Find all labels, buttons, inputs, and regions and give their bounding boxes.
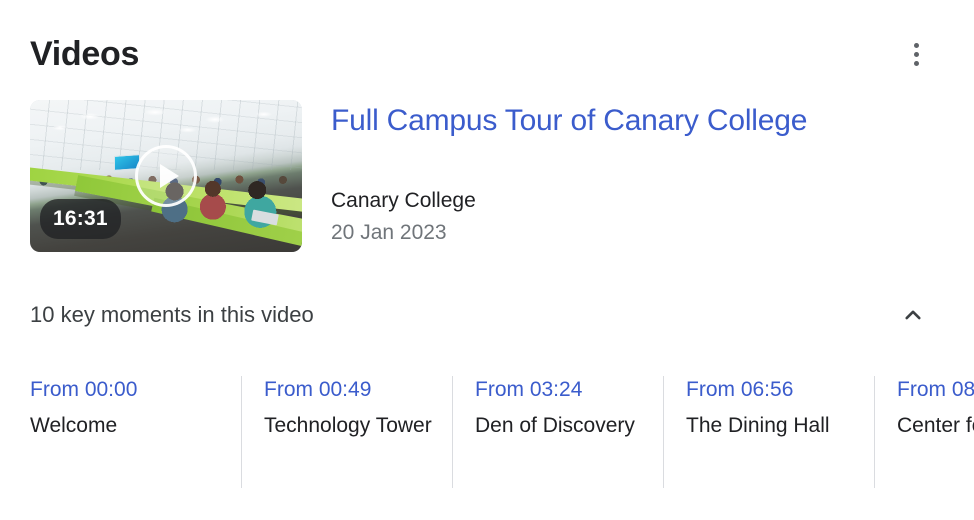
video-thumbnail[interactable]: 16:31 <box>30 100 302 252</box>
more-vert-icon[interactable] <box>894 32 938 76</box>
video-channel: Canary College <box>331 189 476 212</box>
key-moment-timestamp[interactable]: From 00:49 <box>264 376 434 404</box>
key-moments-strip[interactable]: From 00:00 Welcome From 00:49 Technology… <box>30 376 974 488</box>
play-icon[interactable] <box>135 145 197 207</box>
card-header: Videos <box>30 26 950 82</box>
key-moment-item[interactable]: From 06:56 The Dining Hall <box>663 376 874 488</box>
key-moment-item[interactable]: From 03:24 Den of Discovery <box>452 376 663 488</box>
menu-dot <box>913 51 919 57</box>
chevron-up-icon[interactable] <box>890 292 936 338</box>
key-moment-item[interactable]: From 08: Center fo Arts <box>874 376 974 488</box>
key-moment-timestamp[interactable]: From 00:00 <box>30 376 223 404</box>
key-moment-timestamp[interactable]: From 06:56 <box>686 376 856 404</box>
key-moment-item[interactable]: From 00:49 Technology Tower <box>241 376 452 488</box>
key-moments-header[interactable]: 10 key moments in this video <box>30 292 950 338</box>
menu-dot <box>913 60 919 66</box>
video-metadata: Full Campus Tour of Canary College Canar… <box>331 100 807 247</box>
play-triangle <box>159 164 179 188</box>
video-publish-date: 20 Jan 2023 <box>331 221 447 244</box>
key-moments-heading: 10 key moments in this video <box>30 302 314 327</box>
key-moment-timestamp[interactable]: From 03:24 <box>475 376 645 404</box>
video-result-row: 16:31 Full Campus Tour of Canary College… <box>30 100 950 252</box>
key-moment-label: The Dining Hall <box>686 414 830 437</box>
page-title: Videos <box>30 35 140 73</box>
videos-result-card: Videos 16:31 Full Campus Tour of Canary … <box>0 0 974 520</box>
key-moment-label: Center fo Arts <box>897 414 974 437</box>
video-duration-badge: 16:31 <box>40 199 121 239</box>
key-moment-label: Technology Tower <box>264 414 432 437</box>
video-title-link[interactable]: Full Campus Tour of Canary College <box>331 102 807 140</box>
key-moment-label: Welcome <box>30 414 118 437</box>
key-moment-label: Den of Discovery <box>475 414 635 437</box>
key-moment-timestamp[interactable]: From 08: <box>897 376 974 404</box>
menu-dot <box>913 42 919 48</box>
key-moment-item[interactable]: From 00:00 Welcome <box>30 376 241 488</box>
